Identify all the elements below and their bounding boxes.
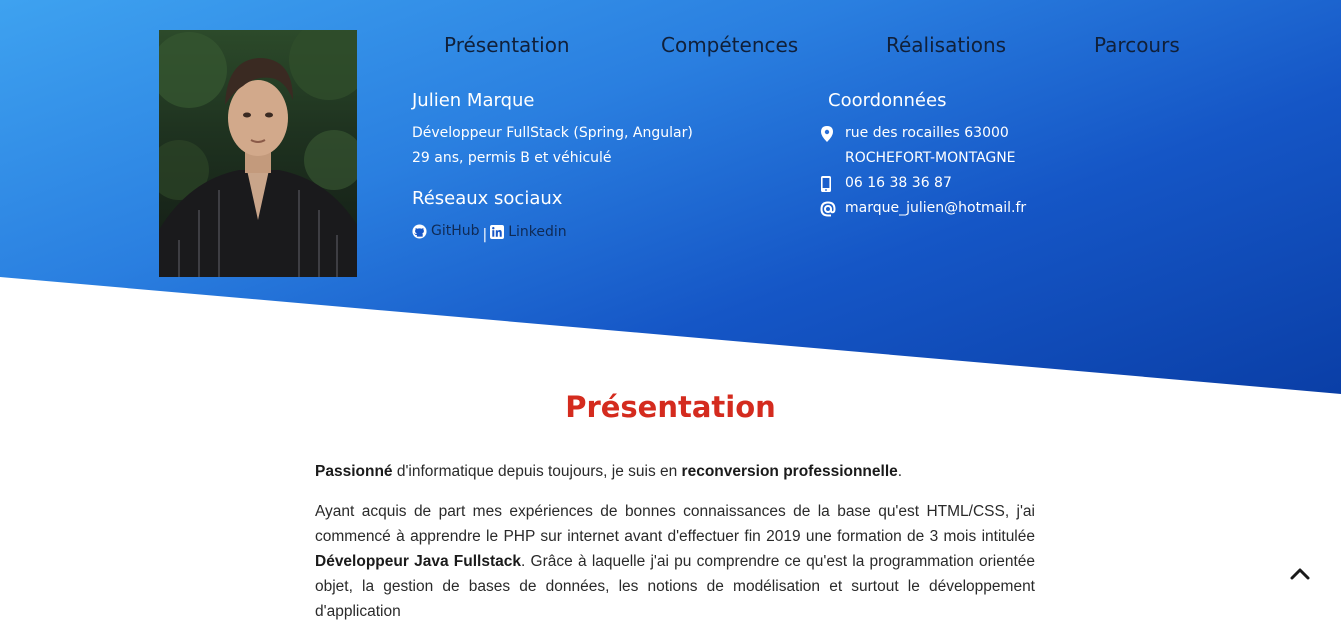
profile-details: 29 ans, permis B et véhiculé bbox=[412, 150, 612, 166]
highlight-reconversion: reconversion professionnelle bbox=[681, 463, 898, 480]
profile-role: Développeur FullStack (Spring, Angular) bbox=[412, 125, 693, 141]
at-sign-icon bbox=[820, 201, 836, 217]
profile-name: Julien Marque bbox=[412, 90, 535, 111]
nav-item-presentation[interactable]: Présentation bbox=[444, 33, 570, 57]
map-marker-icon bbox=[821, 126, 835, 142]
github-icon bbox=[412, 223, 427, 239]
profile-photo-illustration bbox=[159, 30, 357, 277]
nav-item-competences[interactable]: Compétences bbox=[661, 33, 798, 57]
highlight-formation: Développeur Java Fullstack bbox=[315, 553, 522, 570]
presentation-paragraph-1: Passionné d'informatique depuis toujours… bbox=[315, 459, 1035, 484]
contact-email[interactable]: marque_julien@hotmail.fr bbox=[845, 200, 1026, 216]
chevron-up-icon bbox=[1290, 568, 1310, 580]
social-separator: | bbox=[482, 226, 488, 243]
github-label: GitHub bbox=[431, 223, 480, 239]
scroll-to-top-button[interactable] bbox=[1288, 563, 1312, 583]
contact-title: Coordonnées bbox=[828, 90, 947, 111]
highlight-passionne: Passionné bbox=[315, 463, 393, 480]
contact-address-line1: rue des rocailles 63000 bbox=[845, 125, 1009, 141]
linkedin-icon bbox=[490, 224, 505, 239]
mobile-phone-icon bbox=[821, 176, 835, 192]
nav-item-parcours[interactable]: Parcours bbox=[1094, 33, 1180, 57]
linkedin-link[interactable]: Linkedin bbox=[490, 223, 567, 240]
paragraph-1-text-b: . bbox=[897, 463, 903, 480]
main-nav: Présentation Compétences Réalisations Pa… bbox=[0, 33, 1341, 61]
profile-photo bbox=[159, 30, 357, 277]
social-title: Réseaux sociaux bbox=[412, 188, 563, 209]
nav-item-realisations[interactable]: Réalisations bbox=[886, 33, 1006, 57]
linkedin-label: Linkedin bbox=[508, 223, 567, 240]
section-title-presentation: Présentation bbox=[565, 390, 776, 424]
social-links: GitHub | Linkedin bbox=[412, 223, 567, 243]
paragraph-2-text-a: Ayant acquis de part mes expériences de … bbox=[315, 503, 1035, 545]
contact-phone: 06 16 38 36 87 bbox=[845, 175, 952, 191]
contact-address-line2: ROCHEFORT-MONTAGNE bbox=[845, 150, 1016, 166]
paragraph-1-text-a: d'informatique depuis toujours, je suis … bbox=[392, 463, 682, 480]
presentation-paragraph-2: Ayant acquis de part mes expériences de … bbox=[315, 499, 1035, 624]
github-link[interactable]: GitHub bbox=[412, 223, 480, 239]
